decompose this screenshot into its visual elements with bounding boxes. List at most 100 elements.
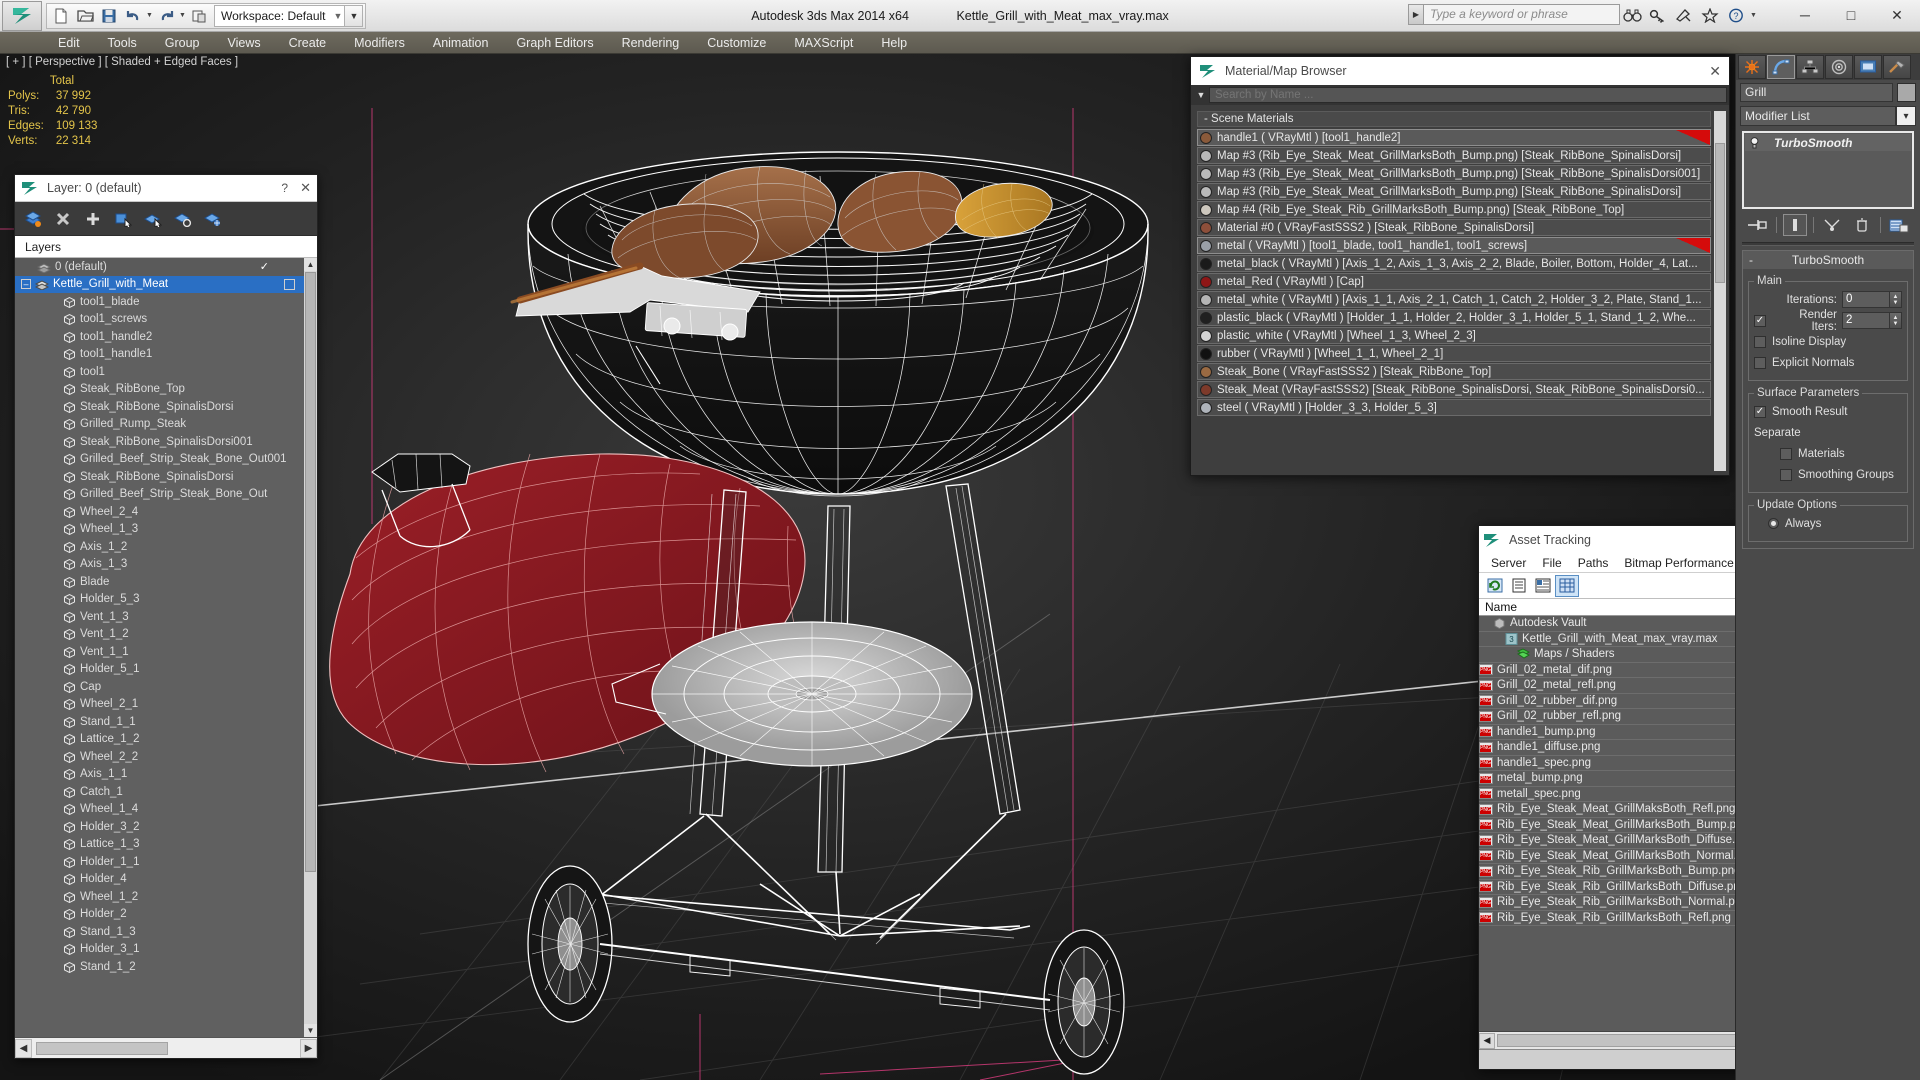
modifier-stack-item[interactable]: TurboSmooth [1745,134,1911,151]
isoline-checkbox[interactable] [1754,335,1766,348]
layer-object-row[interactable]: Holder_2 [15,906,317,924]
configure-modifier-sets-icon[interactable] [1887,214,1911,236]
list-view-icon[interactable] [1507,575,1531,597]
turbosmooth-rollout[interactable]: - TurboSmooth Main Iterations: 0 ▲ ▼ ✓ Re… [1742,250,1914,549]
material-row[interactable]: Map #3 (Rib_Eye_Steak_Meat_GrillMarksBot… [1197,183,1711,200]
menu-create[interactable]: Create [275,33,341,53]
set-project-folder-icon[interactable] [187,4,211,28]
satellite-icon[interactable] [1672,4,1696,26]
menu-graph-editors[interactable]: Graph Editors [502,33,607,53]
collapse-icon[interactable]: – [21,279,31,290]
menu-modifiers[interactable]: Modifiers [340,33,419,53]
star-icon[interactable] [1698,4,1722,26]
layer-object-row[interactable]: Steak_RibBone_SpinalisDorsi001 [15,433,317,451]
select-by-layer-icon[interactable] [173,209,193,229]
material-row[interactable]: metal_Red ( VRayMtl ) [Cap] [1197,273,1711,290]
layer-object-row[interactable]: Stand_1_1 [15,713,317,731]
layer-object-row[interactable]: Stand_1_2 [15,958,317,976]
layer-object-row[interactable]: Vent_1_2 [15,626,317,644]
layer-object-row[interactable]: Steak_RibBone_SpinalisDorsi [15,398,317,416]
layer-object-row[interactable]: tool1_handle2 [15,328,317,346]
scroll-thumb-h[interactable] [36,1041,168,1055]
modifier-list-label[interactable]: Modifier List [1740,106,1896,126]
layer-object-row[interactable]: Steak_RibBone_Top [15,381,317,399]
layer-object-row[interactable]: Blade [15,573,317,591]
display-tab-icon[interactable] [1854,55,1882,79]
rollout-header[interactable]: - TurboSmooth [1743,251,1913,269]
menu-customize[interactable]: Customize [693,33,780,53]
search-dropdown-icon[interactable]: ▶ [1408,4,1424,25]
layer-object-row[interactable]: Vent_1_1 [15,643,317,661]
layer-object-row[interactable]: Vent_1_3 [15,608,317,626]
redo-dropdown-arrow-icon[interactable]: ▼ [178,12,187,19]
make-unique-icon[interactable] [1820,214,1844,236]
material-row[interactable]: rubber ( VRayMtl ) [Wheel_1_1, Wheel_2_1… [1197,345,1711,362]
layer-object-row[interactable]: Grilled_Rump_Steak [15,416,317,434]
material-row[interactable]: Material #0 ( VRayFastSSS2 ) [Steak_RibB… [1197,219,1711,236]
layer-object-row[interactable]: Axis_1_1 [15,766,317,784]
menu-edit[interactable]: Edit [44,33,94,53]
layer-row-selected[interactable]: – Kettle_Grill_with_Meat [15,275,317,293]
close-icon[interactable]: ✕ [1709,63,1721,80]
layers-vertical-scrollbar[interactable]: ▲ ▼ [304,258,317,1037]
layer-object-row[interactable]: Holder_4 [15,871,317,889]
menu-views[interactable]: Views [213,33,274,53]
keyword-search[interactable]: ▶ Type a keyword or phrase [1408,4,1620,25]
layer-object-row[interactable]: tool1_blade [15,293,317,311]
menu-group[interactable]: Group [151,33,214,53]
key-icon[interactable] [1646,4,1670,26]
material-row[interactable]: plastic_black ( VRayMtl ) [Holder_1_1, H… [1197,309,1711,326]
layer-object-row[interactable]: Axis_1_3 [15,556,317,574]
select-object-icon[interactable] [113,209,133,229]
search-input[interactable]: Type a keyword or phrase [1424,4,1620,25]
undo-icon[interactable] [121,4,145,28]
layer-object-row[interactable]: Steak_RibBone_SpinalisDorsi [15,468,317,486]
new-layer-icon[interactable] [23,209,43,229]
iterations-stepper[interactable]: ▲ ▼ [1890,291,1902,308]
lightbulb-icon[interactable] [1749,136,1760,149]
material-row[interactable]: handle1 ( VRayMtl ) [tool1_handle2] [1197,129,1711,146]
detail-view-icon[interactable] [1531,575,1555,597]
material-row[interactable]: plastic_white ( VRayMtl ) [Wheel_1_3, Wh… [1197,327,1711,344]
smoothing-groups-checkbox[interactable] [1780,468,1792,481]
workspace-selector[interactable]: Workspace: Default ▼ [214,4,346,27]
material-search-bar[interactable]: ▼ [1191,85,1729,105]
add-layer-icon[interactable] [83,209,103,229]
layers-tree[interactable]: 0 (default) ✓ – Kettle_Grill_with_Meat t… [15,258,317,1037]
smooth-result-checkbox[interactable]: ✓ [1754,405,1766,418]
material-row[interactable]: Map #3 (Rib_Eye_Steak_Meat_GrillMarksBot… [1197,165,1711,182]
layer-object-row[interactable]: Wheel_1_3 [15,521,317,539]
layer-object-row[interactable]: Cap [15,678,317,696]
material-map-browser-window[interactable]: Material/Map Browser ✕ ▼ - Scene Materia… [1190,56,1730,476]
menu-server[interactable]: Server [1483,554,1534,572]
object-name-field[interactable]: Grill [1740,82,1893,102]
scroll-thumb[interactable] [305,272,316,872]
chevron-down-icon[interactable]: ▾ [1896,106,1916,126]
motion-tab-icon[interactable] [1825,55,1853,79]
material-row[interactable]: Steak_Bone ( VRayFastSSS2 ) [Steak_RibBo… [1197,363,1711,380]
layer-object-row[interactable]: tool1_handle1 [15,346,317,364]
help-button[interactable]: ? [281,181,288,195]
layer-row-default[interactable]: 0 (default) ✓ [15,258,317,276]
render-iters-input[interactable]: 2 [1842,312,1890,329]
layer-explorer-window[interactable]: Layer: 0 (default) ? ✕ Layers 0 (default… [14,174,318,1059]
explicit-normals-checkbox[interactable] [1754,356,1766,369]
scroll-right-icon[interactable]: ▶ [300,1038,317,1058]
iterations-input[interactable]: 0 [1842,291,1890,308]
menu-maxscript[interactable]: MAXScript [780,33,867,53]
layer-properties-icon[interactable] [203,209,223,229]
render-iters-checkbox[interactable]: ✓ [1754,314,1766,327]
select-highlight-icon[interactable] [143,209,163,229]
layer-object-row[interactable]: tool1_screws [15,311,317,329]
utilities-tab-icon[interactable] [1883,55,1911,79]
material-vertical-scrollbar[interactable] [1714,111,1726,471]
layer-object-row[interactable]: Holder_3_1 [15,941,317,959]
menu-tools[interactable]: Tools [94,33,151,53]
close-icon[interactable]: ✕ [300,180,311,196]
help-circle-icon[interactable]: ? [1724,4,1748,26]
workspace-dropdown-button[interactable]: ▼ [345,4,364,27]
scroll-down-icon[interactable]: ▼ [304,1024,317,1037]
grid-view-icon[interactable] [1555,574,1579,597]
layers-horizontal-scrollbar[interactable]: ◀ ▶ [15,1037,317,1058]
material-search-input[interactable] [1209,87,1727,103]
